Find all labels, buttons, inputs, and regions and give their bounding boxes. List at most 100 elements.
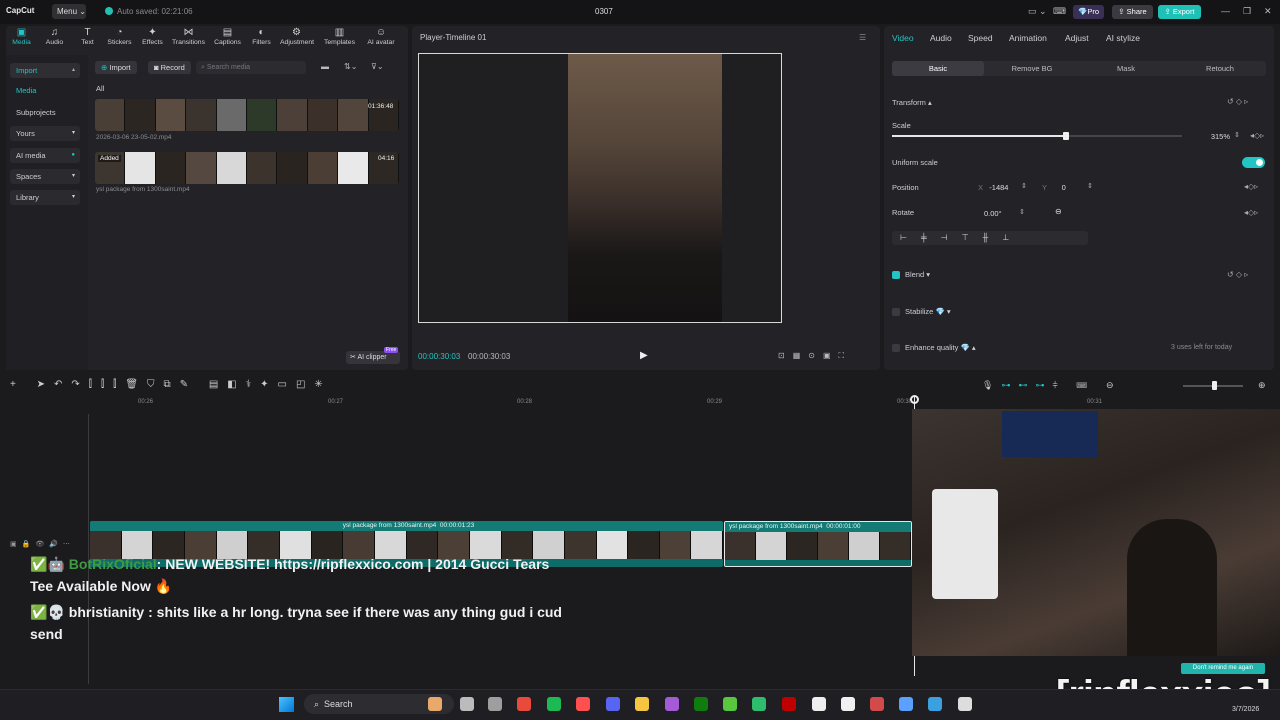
sidenav-spaces[interactable]: Spaces ▾ — [10, 169, 80, 184]
chrome-app-icon[interactable] — [428, 697, 442, 711]
app-icon[interactable] — [870, 697, 884, 711]
list-view-icon[interactable]: ▬ — [321, 62, 329, 71]
tab-audio[interactable]: Audio — [930, 33, 952, 43]
track-controls[interactable]: ▣🔒👁🔊⋯ — [10, 540, 75, 548]
scale-slider-handle[interactable] — [1063, 132, 1069, 140]
app-icon[interactable] — [782, 697, 796, 711]
sidenav-ai-media[interactable]: AI media ● — [10, 148, 80, 163]
pro-button[interactable]: 💎Pro — [1073, 5, 1104, 19]
position-y-field[interactable]: Y 0 — [1042, 181, 1088, 194]
transform-section[interactable]: Transform ▴ — [892, 98, 932, 107]
tab-animation[interactable]: Animation — [1009, 33, 1047, 43]
import-button[interactable]: ⊕ Import — [95, 61, 137, 74]
timeline-tools[interactable]: + ➤↶↷⫿⫿⫿🗑⛉⧉✎ ▤◧⚕✦▭◰✳ — [10, 379, 332, 390]
sidenav-subprojects[interactable]: Subprojects — [10, 105, 80, 120]
subtab-retouch[interactable]: Retouch — [1174, 61, 1266, 76]
enhance-checkbox[interactable] — [892, 344, 900, 352]
subtab-basic[interactable]: Basic — [892, 61, 984, 76]
app-icon[interactable] — [665, 697, 679, 711]
tab-stickers[interactable]: ◔ Stickers — [103, 27, 136, 46]
filter-icon[interactable]: ⊽⌄ — [371, 62, 384, 71]
timeline-clip-selected[interactable]: ysl package from 1300saint.mp4 00:00:01:… — [724, 521, 912, 567]
app-icon[interactable] — [958, 697, 972, 711]
capcut-app-icon[interactable] — [812, 697, 826, 711]
tab-effects[interactable]: ✦ Effects — [136, 27, 169, 46]
layout-icon[interactable]: ▭ ⌄ — [1028, 6, 1047, 17]
player-menu-icon[interactable]: ☰ — [859, 33, 866, 42]
stepper-icon[interactable]: ⇕ — [1019, 208, 1025, 216]
subtab-mask[interactable]: Mask — [1080, 61, 1172, 76]
settings-icon[interactable] — [488, 697, 502, 711]
blend-checkbox[interactable] — [892, 271, 900, 279]
sort-icon[interactable]: ⇅⌄ — [344, 62, 357, 71]
media-clip-thumb-2[interactable] — [95, 152, 399, 184]
spotify-icon[interactable] — [547, 697, 561, 711]
tab-adjustment[interactable]: ⚙ Adjustment — [280, 27, 314, 46]
uniform-scale-toggle[interactable] — [1242, 157, 1265, 168]
stepper-icon[interactable]: ⇕ — [1021, 182, 1027, 190]
discord-icon[interactable] — [606, 697, 620, 711]
tab-transitions[interactable]: ⋈ Transitions — [172, 27, 205, 46]
keyframe-icon[interactable]: ◂◇▹ — [1244, 182, 1258, 191]
minimize-icon[interactable]: — — [1221, 6, 1230, 16]
tab-text[interactable]: T Text — [71, 27, 104, 46]
tab-filters[interactable]: ◐ Filters — [245, 27, 278, 46]
playhead-handle[interactable] — [910, 395, 919, 404]
tab-templates[interactable]: ▥ Templates — [323, 27, 356, 46]
scale-input[interactable]: 315% — [1196, 130, 1230, 143]
app-icon[interactable] — [899, 697, 913, 711]
stepper-icon[interactable]: ⇕ — [1234, 131, 1240, 139]
windows-start-icon[interactable] — [279, 697, 294, 712]
tab-video[interactable]: Video — [892, 33, 914, 43]
stepper-icon[interactable]: ⇕ — [1087, 182, 1093, 190]
keyboard-icon[interactable]: ⌨ — [1053, 6, 1066, 17]
filter-all[interactable]: All — [96, 84, 104, 93]
player-controls-icons[interactable]: ⊡▦⊙▣⛶ — [778, 351, 852, 361]
file-explorer-icon[interactable] — [635, 697, 649, 711]
sidenav-import[interactable]: Import ▴ — [10, 63, 80, 78]
enhance-label[interactable]: Enhance quality 💎 ▴ — [905, 343, 976, 352]
timeline-right-tools[interactable]: 🎙⊶⊷⊶⫩ ⌨ ⊖ — [982, 380, 1122, 391]
share-button[interactable]: ⇪ Share — [1112, 5, 1153, 19]
tab-captions[interactable]: ▤ Captions — [211, 27, 244, 46]
tab-media[interactable]: ▣ Media — [5, 27, 38, 46]
subtab-remove-bg[interactable]: Remove BG — [986, 61, 1078, 76]
sidenav-library[interactable]: Library ▾ — [10, 190, 80, 205]
app-icon[interactable] — [723, 697, 737, 711]
reset-icon[interactable]: ↺ ◇ ▹ — [1227, 270, 1248, 279]
tab-speed[interactable]: Speed — [968, 33, 993, 43]
sidenav-yours[interactable]: Yours ▾ — [10, 126, 80, 141]
keyframe-icon[interactable]: ◂◇▹ — [1244, 208, 1258, 217]
xbox-icon[interactable] — [694, 697, 708, 711]
chrome-icon[interactable] — [517, 697, 531, 711]
stabilize-checkbox[interactable] — [892, 308, 900, 316]
media-clip-thumb-1[interactable] — [95, 99, 399, 131]
app-icon[interactable] — [928, 697, 942, 711]
tab-adjust[interactable]: Adjust — [1065, 33, 1089, 43]
search-media-input[interactable]: ⌕ Search media — [196, 61, 306, 74]
zoom-in-icon[interactable]: ⊕ — [1258, 380, 1266, 391]
task-view-icon[interactable] — [460, 697, 474, 711]
rotate-dial-icon[interactable]: ⊖ — [1055, 207, 1062, 216]
rotate-input[interactable]: 0.00° — [984, 207, 1014, 220]
record-button[interactable]: ◙ Record — [148, 61, 191, 74]
tab-audio[interactable]: ♫ Audio — [38, 27, 71, 46]
keyframe-icon[interactable]: ◂◇▹ — [1250, 131, 1264, 140]
zoom-handle[interactable] — [1212, 381, 1217, 390]
tab-ai-avatar[interactable]: ☺ AI avatar — [361, 27, 401, 46]
chatgpt-icon[interactable] — [841, 697, 855, 711]
app-icon[interactable] — [752, 697, 766, 711]
align-buttons[interactable]: ⊢╪⊣⊤╫⊥ — [892, 231, 1088, 245]
blend-label[interactable]: Blend ▾ — [905, 270, 930, 279]
sidenav-media[interactable]: Media — [10, 83, 80, 98]
tab-ai-stylize[interactable]: AI stylize — [1106, 33, 1140, 43]
maximize-icon[interactable]: ❐ — [1243, 6, 1251, 17]
export-button[interactable]: ⇪ Export — [1158, 5, 1201, 19]
close-icon[interactable]: ✕ — [1264, 6, 1272, 17]
reset-icon[interactable]: ↺ ◇ ▹ — [1227, 97, 1248, 106]
menu-button[interactable]: Menu ⌄ — [52, 4, 86, 19]
sidenav — [6, 55, 88, 370]
opera-icon[interactable] — [576, 697, 590, 711]
stabilize-label[interactable]: Stabilize 💎 ▾ — [905, 307, 951, 316]
play-icon[interactable]: ▶ — [640, 350, 648, 361]
